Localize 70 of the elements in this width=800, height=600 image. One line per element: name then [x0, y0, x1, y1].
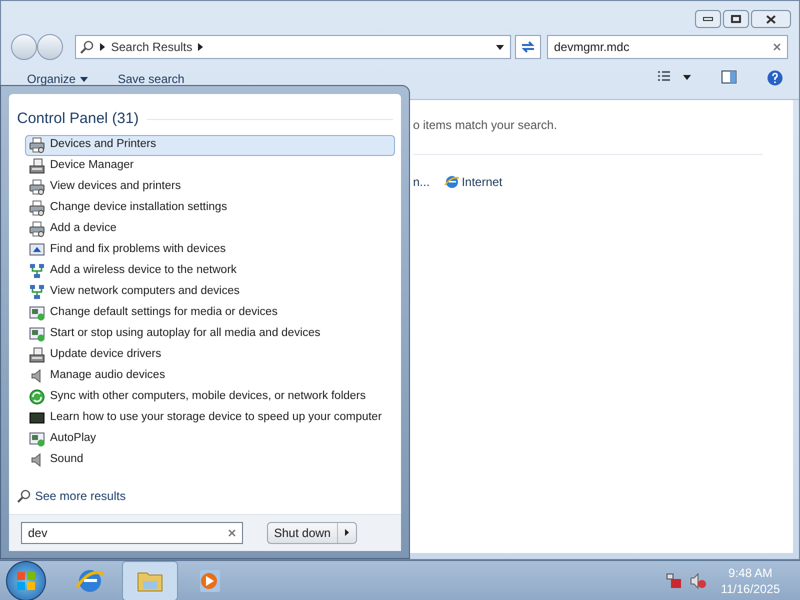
search-result[interactable]: Change default settings for media or devices: [25, 302, 395, 324]
refresh-icon: [520, 40, 536, 54]
search-result[interactable]: Add a device: [25, 218, 395, 240]
search-result[interactable]: Learn how to use your storage device to speed up your computer: [25, 408, 395, 428]
autoplay-icon: [29, 326, 45, 342]
start-search-field[interactable]: dev: [21, 522, 243, 544]
address-bar[interactable]: Search Results: [75, 35, 511, 59]
search-result[interactable]: AutoPlay: [25, 428, 395, 450]
search-icon: [80, 40, 94, 54]
printer-icon: [29, 137, 45, 153]
printer-icon: [29, 179, 45, 195]
autoplay-icon: [29, 431, 45, 447]
computer-icon: [29, 347, 45, 363]
search-again-link[interactable]: n...: [413, 173, 430, 191]
search-result[interactable]: Manage audio devices: [25, 366, 395, 386]
refresh-button[interactable]: [515, 35, 541, 59]
browser-icon: [444, 174, 460, 190]
preview-pane-icon: [721, 70, 737, 84]
views-button[interactable]: [657, 70, 691, 84]
network-icon: [29, 284, 45, 300]
search-result[interactable]: Add a wireless device to the network: [25, 260, 395, 282]
printer-icon: [29, 200, 45, 216]
storage-icon: [29, 410, 45, 426]
search-result[interactable]: Sound: [25, 450, 395, 470]
help-button[interactable]: [767, 70, 783, 86]
search-result[interactable]: Sync with other computers, mobile devices, or network folders: [25, 386, 395, 408]
windows-logo-icon: [16, 570, 36, 590]
forward-button[interactable]: [37, 34, 63, 60]
search-result[interactable]: Find and fix problems with devices: [25, 240, 395, 260]
list-view-icon: [657, 70, 671, 84]
chevron-icon: [344, 529, 349, 536]
clear-icon: [228, 528, 236, 537]
search-icon: [17, 488, 31, 502]
search-result[interactable]: Start or stop using autoplay for all media and devices: [25, 324, 395, 344]
no-results-message: o items match your search.: [413, 117, 558, 134]
breadcrumb[interactable]: Search Results: [111, 38, 192, 56]
monitor-icon: [29, 242, 45, 258]
back-button[interactable]: [11, 34, 37, 60]
search-result[interactable]: View devices and printers: [25, 176, 395, 198]
preview-pane-button[interactable]: [721, 70, 737, 84]
maximize-button[interactable]: [723, 10, 749, 28]
help-icon: [767, 70, 783, 86]
sync-icon: [29, 389, 45, 405]
caret-icon: [683, 74, 691, 80]
close-button[interactable]: [751, 10, 791, 28]
start-button[interactable]: [6, 560, 46, 600]
chevron-icon: [198, 43, 204, 51]
toolbar-button[interactable]: Save search: [118, 70, 184, 88]
close-icon: [766, 14, 776, 24]
search-result[interactable]: Update device drivers: [25, 344, 395, 366]
caret-icon: [80, 76, 88, 82]
autoplay-icon: [29, 305, 45, 321]
clear-icon: [773, 43, 781, 51]
caret-icon: [496, 44, 504, 50]
see-more-link[interactable]: See more results: [17, 486, 393, 504]
search-result[interactable]: Devices and Printers: [25, 134, 395, 156]
search-result[interactable]: View network computers and devices: [25, 282, 395, 302]
search-field[interactable]: devmgmr.mdc: [547, 35, 788, 59]
search-result[interactable]: Change device installation settings: [25, 198, 395, 218]
toolbar-button[interactable]: Organize: [27, 70, 88, 88]
network-icon: [29, 263, 45, 279]
group-heading: Control Panel (31): [17, 109, 139, 129]
network-error-icon[interactable]: [664, 572, 683, 590]
chevron-icon: [100, 43, 105, 51]
search-result[interactable]: Device Manager: [25, 156, 395, 176]
minimize-button[interactable]: [695, 10, 721, 28]
muted-speaker-icon[interactable]: [688, 572, 707, 590]
computer-icon: [29, 158, 45, 174]
printer-icon: [29, 221, 45, 237]
search-again-link[interactable]: Internet: [444, 173, 502, 191]
